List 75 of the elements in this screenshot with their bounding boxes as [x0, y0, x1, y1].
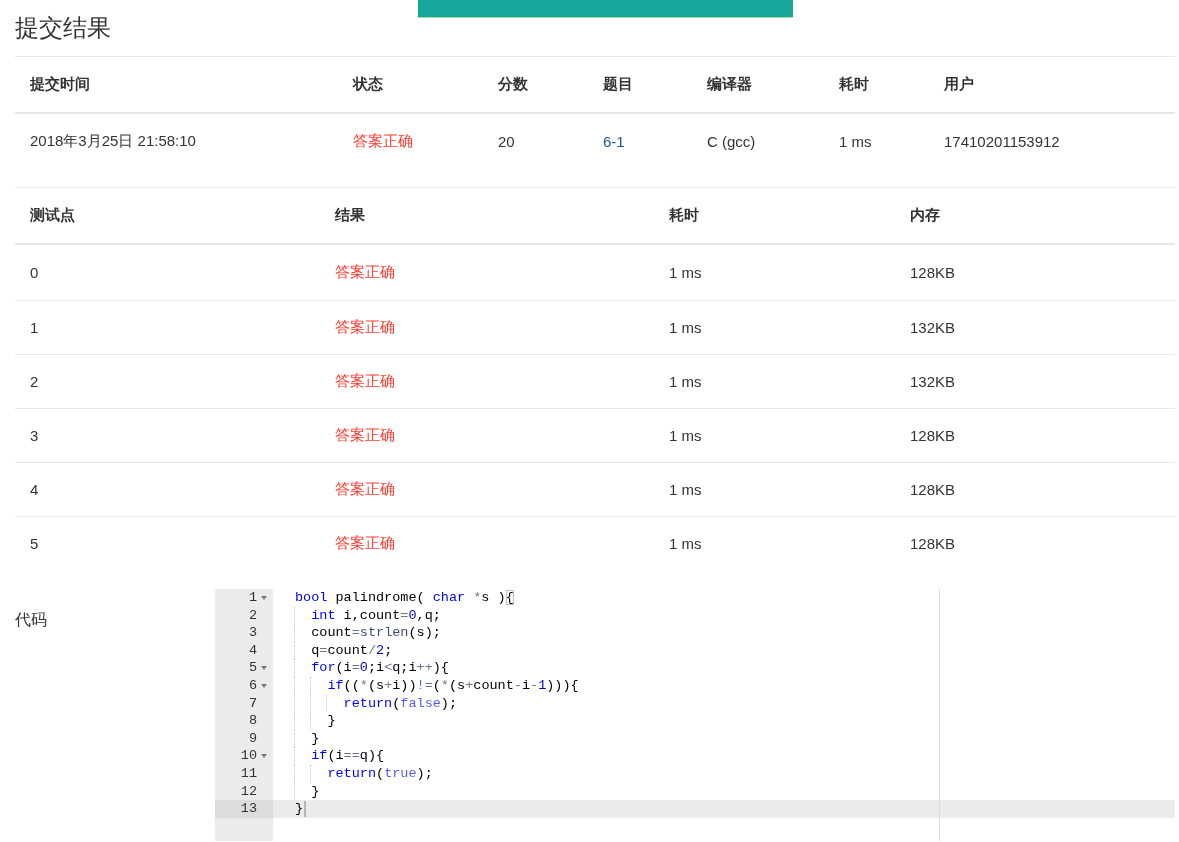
value-text: 1 ms: [669, 264, 702, 281]
code-line: count=strlen(s);: [295, 624, 441, 642]
column-header: 题目: [603, 75, 633, 94]
column-header: 分数: [498, 75, 528, 94]
status-label: 答案正确: [335, 426, 395, 445]
column-header: 状态: [353, 75, 383, 94]
line-number: 3: [248, 624, 257, 642]
value-text: 1 ms: [669, 373, 702, 390]
code-line: if(i==q){: [295, 747, 385, 765]
line-number: 13: [240, 800, 257, 818]
code-line: }: [295, 729, 320, 748]
value-text: 128KB: [910, 264, 956, 281]
fold-caret-icon[interactable]: [260, 666, 267, 671]
line-number: 1: [248, 589, 257, 607]
value-text: 17410201153912: [944, 133, 1060, 150]
code-line: if((*(s+i))!=(*(s+count-i-1))){: [295, 676, 579, 695]
column-header: 耗时: [839, 75, 869, 94]
code-line: for(i=0;i<q;i++){: [295, 659, 449, 677]
line-number: 8: [248, 712, 257, 730]
code-line: return(false);: [295, 694, 458, 713]
line-number: 11: [240, 764, 257, 783]
fold-caret-icon[interactable]: [260, 683, 267, 688]
code-line: }: [295, 712, 336, 730]
fold-caret-icon[interactable]: [260, 754, 267, 759]
value-text: 1 ms: [669, 427, 702, 444]
value-text: 4: [30, 481, 39, 498]
column-header: 测试点: [30, 206, 75, 225]
value-text: 1 ms: [669, 481, 702, 498]
problem-link[interactable]: 6-1: [603, 133, 625, 150]
value-text: 128KB: [910, 535, 956, 552]
status-label: 答案正确: [335, 534, 395, 553]
value-text: 1 ms: [669, 535, 702, 552]
value-text: 1 ms: [839, 133, 872, 150]
value-text: 132KB: [910, 373, 956, 390]
value-text: 132KB: [910, 319, 956, 336]
line-number: 9: [248, 729, 257, 748]
column-header: 编译器: [707, 75, 752, 94]
column-header: 用户: [944, 75, 974, 94]
line-number: 12: [240, 782, 257, 801]
value-text: 5: [30, 535, 39, 552]
line-number: 6: [248, 676, 257, 695]
status-label: 答案正确: [335, 372, 395, 391]
value-text: 2018年3月25日 21:58:10: [30, 132, 196, 151]
column-header: 提交时间: [30, 75, 90, 94]
value-text: 0: [30, 264, 39, 281]
code-label: 代码: [15, 611, 47, 629]
line-number: 7: [248, 694, 257, 713]
value-text: 1 ms: [669, 319, 702, 336]
code-line: int i,count=0,q;: [295, 606, 441, 625]
value-text: 128KB: [910, 481, 956, 498]
line-number: 4: [248, 641, 257, 660]
code-line: return(true);: [295, 764, 433, 783]
value-text: 128KB: [910, 427, 956, 444]
code-line: bool palindrome( char *s ){: [295, 589, 514, 607]
fold-caret-icon[interactable]: [260, 595, 267, 600]
value-text: 3: [30, 427, 39, 444]
line-number: 5: [248, 659, 257, 677]
status-label: 答案正确: [353, 132, 413, 151]
code-line: q=count/2;: [295, 641, 393, 660]
line-number: 2: [248, 606, 257, 625]
value-text: 1: [30, 319, 39, 336]
page-title: 提交结果: [15, 13, 111, 43]
column-header: 耗时: [669, 206, 699, 225]
code-editor[interactable]: 1 2 3 4 5 6 7 8 9 10 11 12 13 bool palindrome( char *s ){ int i,count=0,q; count=strlen(s); q=count/2; for(i=0;i<q;i++){ if((*(s+i))!=(*(s+count-i-1))){ return(false); } } if(i==q){ return(true); } }: [215, 589, 1175, 841]
column-header: 内存: [910, 206, 940, 225]
column-header: 结果: [335, 206, 365, 225]
code-line: }: [295, 800, 304, 818]
status-label: 答案正确: [335, 263, 395, 282]
text-cursor: [304, 800, 307, 817]
line-number: 10: [240, 747, 257, 765]
status-label: 答案正确: [335, 318, 395, 337]
value-text: 2: [30, 373, 39, 390]
value-text: 20: [498, 133, 515, 150]
value-text: C (gcc): [707, 133, 756, 150]
status-label: 答案正确: [335, 480, 395, 499]
